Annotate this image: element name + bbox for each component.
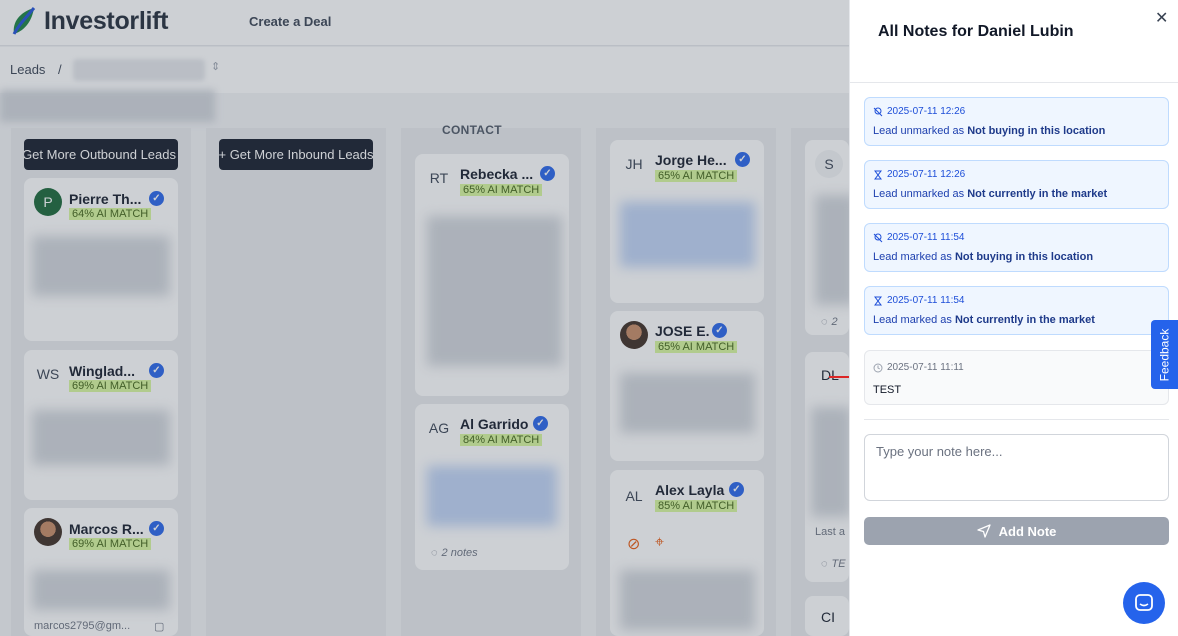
notes-panel: All Notes for Daniel Lubin ✕ 2025-07-11 … <box>849 0 1178 636</box>
modal-backdrop[interactable] <box>0 0 849 636</box>
location-off-icon <box>873 107 883 116</box>
note-item: 2025-07-11 12:26 Lead unmarked as Not bu… <box>864 97 1169 146</box>
add-note-label: Add Note <box>998 523 1057 539</box>
note-text: Lead unmarked as Not buying in this loca… <box>873 125 1105 137</box>
note-action: Lead unmarked as <box>873 125 965 137</box>
add-note-button[interactable]: Add Note <box>864 517 1169 545</box>
note-target: Not buying in this location <box>954 251 1094 263</box>
note-timestamp: 2025-07-11 12:26 <box>873 169 965 180</box>
note-action: Lead unmarked as <box>873 188 965 200</box>
chat-icon <box>1135 594 1153 611</box>
note-item: 2025-07-11 11:54 Lead marked as Not curr… <box>864 286 1169 335</box>
hourglass-icon <box>874 296 882 305</box>
note-item: 2025-07-11 11:54 Lead marked as Not buyi… <box>864 223 1169 272</box>
note-time: 2025-07-11 11:54 <box>887 295 965 306</box>
note-time: 2025-07-11 12:26 <box>887 169 966 180</box>
panel-title: All Notes for Daniel Lubin <box>878 23 1074 40</box>
note-action: Lead marked as <box>873 251 952 263</box>
divider <box>850 82 1178 83</box>
note-timestamp: 2025-07-11 11:54 <box>873 232 964 243</box>
note-timestamp: 2025-07-11 12:26 <box>873 106 965 117</box>
note-timestamp: 2025-07-11 11:54 <box>873 295 964 306</box>
chat-launcher-button[interactable] <box>1123 582 1165 624</box>
note-text: TEST <box>873 384 902 396</box>
note-target: Not currently in the market <box>954 314 1095 326</box>
note-time: 2025-07-11 11:11 <box>887 362 964 373</box>
feedback-tab[interactable]: Feedback <box>1151 320 1178 389</box>
note-text: Lead marked as Not buying in this locati… <box>873 251 1093 263</box>
note-time: 2025-07-11 12:26 <box>887 106 966 117</box>
location-off-icon <box>873 233 883 242</box>
send-icon <box>976 524 991 538</box>
note-time: 2025-07-11 11:54 <box>887 232 965 243</box>
clock-icon <box>873 363 883 372</box>
note-target: Not buying in this location <box>967 125 1106 137</box>
note-text: Lead unmarked as Not currently in the ma… <box>873 188 1107 200</box>
note-item: 2025-07-11 12:26 Lead unmarked as Not cu… <box>864 160 1169 209</box>
note-timestamp: 2025-07-11 11:11 <box>873 362 964 373</box>
hourglass-icon <box>874 170 882 179</box>
note-action: Lead marked as <box>873 314 952 326</box>
note-item: 2025-07-11 11:11 TEST <box>864 350 1169 405</box>
feedback-label: Feedback <box>1157 328 1172 381</box>
close-icon[interactable]: ✕ <box>1155 8 1168 28</box>
note-input[interactable] <box>864 434 1169 501</box>
divider <box>864 419 1169 420</box>
note-text: Lead marked as Not currently in the mark… <box>873 314 1095 326</box>
note-target: Not currently in the market <box>967 188 1108 200</box>
